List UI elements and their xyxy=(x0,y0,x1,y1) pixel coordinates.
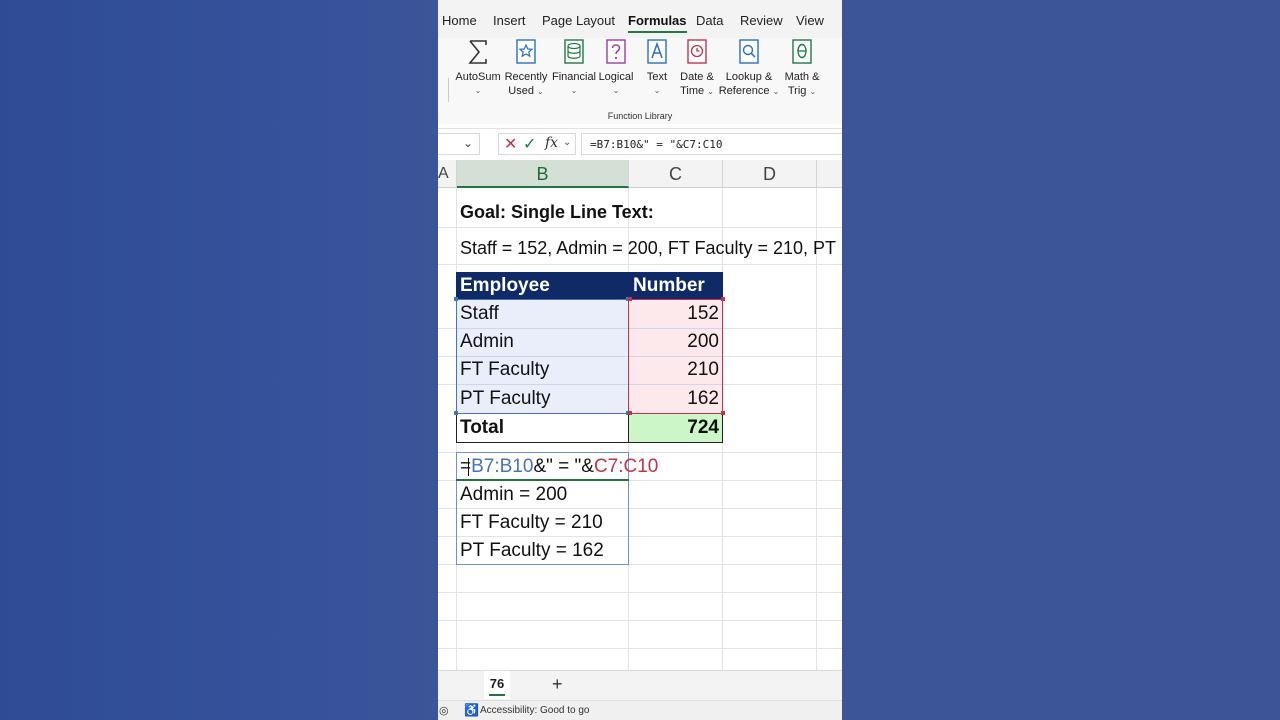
range-handle[interactable] xyxy=(628,297,632,301)
table-row-name[interactable]: PT Faculty xyxy=(457,385,550,413)
spill-result[interactable]: Admin = 200 xyxy=(457,481,567,509)
math-trig-label-2: Trig ⌄ xyxy=(787,85,817,97)
formula-bar: ⌄ ✕ ✓ fx ⌄ =B7:B10&" = "&C7:C10 xyxy=(438,128,842,158)
sigma-icon xyxy=(468,40,487,64)
range-handle[interactable] xyxy=(454,411,458,415)
recently-used-label-1: Recently xyxy=(504,71,548,83)
table-row-name[interactable]: FT Faculty xyxy=(457,356,549,384)
lookup-reference-label-2: Reference ⌄ xyxy=(718,85,780,97)
table-row-value[interactable]: 200 xyxy=(629,328,723,356)
text-label: Text xyxy=(646,71,668,83)
ribbon-tabs: Home Insert Page Layout Formulas Data Re… xyxy=(438,0,842,38)
cancel-icon[interactable]: ✕ xyxy=(504,134,517,154)
date-time-button[interactable]: Date & Time ⌄ xyxy=(674,38,720,99)
background-left xyxy=(0,0,438,720)
table-row-value[interactable]: 210 xyxy=(629,356,723,384)
sheet-tab-bar: 76 + xyxy=(438,670,842,700)
table-row-value[interactable]: 152 xyxy=(629,300,723,328)
formula-input[interactable]: =B7:B10&" = "&C7:C10 xyxy=(581,133,842,155)
logical-label: Logical xyxy=(598,71,634,83)
math-trig-button[interactable]: Math & Trig ⌄ xyxy=(780,38,824,99)
column-header-d[interactable]: D xyxy=(723,160,817,188)
text-button[interactable]: Text ⌄ xyxy=(638,38,676,98)
tab-review[interactable]: Review xyxy=(740,13,783,28)
lookup-reference-label-1: Lookup & xyxy=(725,71,773,83)
coins-icon xyxy=(564,39,584,64)
chevron-down-icon: ⌄ xyxy=(474,86,482,95)
tab-data[interactable]: Data xyxy=(696,13,723,28)
column-header-e[interactable] xyxy=(817,160,842,188)
letter-a-icon xyxy=(647,39,667,64)
status-bar: ◎ ♿ Accessibility: Good to go xyxy=(438,700,842,720)
chevron-down-icon: ⌄ xyxy=(612,86,620,95)
enter-check-icon[interactable]: ✓ xyxy=(523,134,536,154)
tab-home[interactable]: Home xyxy=(442,13,477,28)
recently-used-button[interactable]: Recently Used ⌄ xyxy=(502,38,550,99)
ribbon-separator xyxy=(448,78,449,102)
spill-result[interactable]: FT Faculty = 210 xyxy=(457,509,603,537)
theta-icon xyxy=(792,39,812,64)
lookup-reference-button[interactable]: Lookup & Reference ⌄ xyxy=(718,38,780,99)
sheet-tab-76[interactable]: 76 xyxy=(484,671,510,699)
date-time-label-2: Time ⌄ xyxy=(680,85,714,97)
financial-button[interactable]: Financial ⌄ xyxy=(550,38,598,98)
insert-function-icon[interactable]: fx xyxy=(545,135,558,151)
recently-used-label-2: Used ⌄ xyxy=(508,85,544,97)
question-mark-icon xyxy=(606,39,626,64)
function-library-group-label: Function Library xyxy=(607,111,673,121)
tab-formulas[interactable]: Formulas xyxy=(628,13,687,33)
tab-insert[interactable]: Insert xyxy=(493,13,526,28)
accessibility-status[interactable]: Accessibility: Good to go xyxy=(480,705,590,716)
range-handle[interactable] xyxy=(454,297,458,301)
chevron-down-icon: ⌄ xyxy=(653,86,661,95)
column-header-a[interactable]: A xyxy=(438,160,457,188)
background-right xyxy=(842,0,1280,720)
magnifier-icon xyxy=(739,39,759,64)
range-handle[interactable] xyxy=(628,411,632,415)
chevron-down-icon: ⌄ xyxy=(570,86,578,95)
text-cursor xyxy=(468,458,469,476)
table-row-name[interactable]: Staff xyxy=(457,300,499,328)
row-line xyxy=(438,620,842,621)
tab-page-layout[interactable]: Page Layout xyxy=(542,13,615,28)
tab-view[interactable]: View xyxy=(796,13,824,28)
chevron-down-icon[interactable]: ⌄ xyxy=(463,136,473,150)
autosum-label: AutoSum xyxy=(455,71,501,83)
goal-text[interactable]: Staff = 152, Admin = 200, FT Faculty = 2… xyxy=(457,234,842,262)
date-time-label-1: Date & xyxy=(680,71,714,83)
accessibility-icon[interactable]: ♿ xyxy=(464,703,479,717)
star-book-icon xyxy=(516,39,536,64)
add-sheet-icon[interactable]: + xyxy=(552,674,563,695)
table-row-value[interactable]: 162 xyxy=(629,385,723,413)
ribbon-function-library: AutoSum ⌄ Recently Used ⌄ Financial ⌄ Lo… xyxy=(438,38,842,124)
range-handle[interactable] xyxy=(721,297,725,301)
editing-formula[interactable]: =B7:B10&" = "&C7:C10 xyxy=(457,453,658,481)
total-label: Total xyxy=(460,417,504,438)
row-line xyxy=(438,264,842,265)
column-header-b[interactable]: B xyxy=(457,160,629,188)
table-row-name[interactable]: Admin xyxy=(457,328,514,356)
spill-result[interactable]: PT Faculty = 162 xyxy=(457,537,604,565)
formula-buttons: ✕ ✓ fx ⌄ xyxy=(498,133,576,155)
chevron-down-icon[interactable]: ⌄ xyxy=(563,137,571,148)
row-line xyxy=(438,227,842,228)
goal-label[interactable]: Goal: Single Line Text: xyxy=(457,198,654,226)
math-trig-label-1: Math & xyxy=(784,71,820,83)
table-header-number[interactable]: Number xyxy=(629,272,723,300)
logical-button[interactable]: Logical ⌄ xyxy=(594,38,638,98)
column-header-c[interactable]: C xyxy=(629,160,723,188)
name-box[interactable]: ⌄ xyxy=(438,133,480,155)
excel-window: Home Insert Page Layout Formulas Data Re… xyxy=(438,0,842,720)
row-line xyxy=(438,648,842,649)
macro-record-icon[interactable]: ◎ xyxy=(439,704,449,717)
autosum-button[interactable]: AutoSum ⌄ xyxy=(454,38,502,98)
table-header-employee[interactable]: Employee xyxy=(456,272,629,300)
total-value: 724 xyxy=(687,417,719,438)
range-handle[interactable] xyxy=(721,411,725,415)
row-line xyxy=(438,592,842,593)
clock-icon xyxy=(687,39,707,64)
financial-label: Financial xyxy=(551,71,597,83)
